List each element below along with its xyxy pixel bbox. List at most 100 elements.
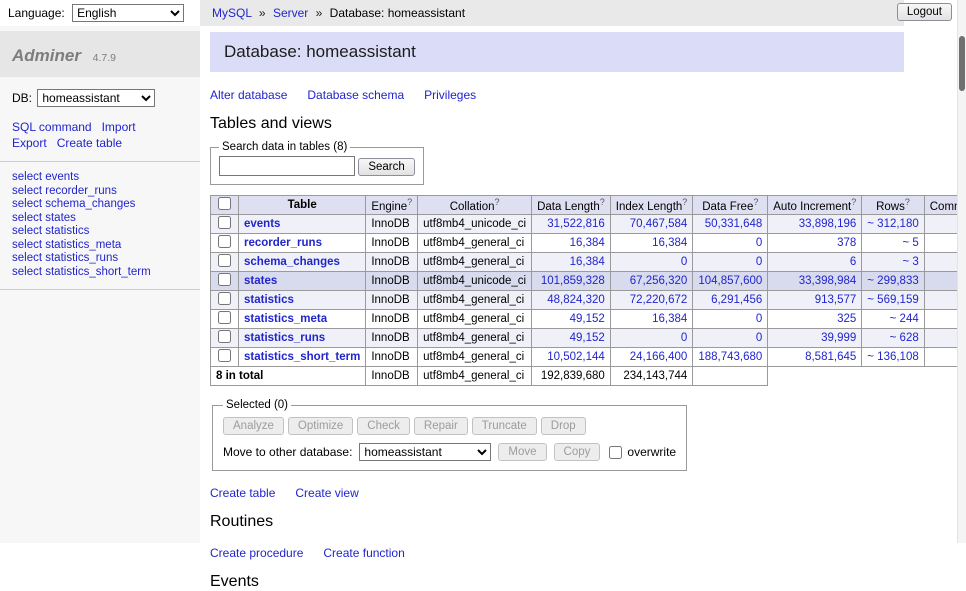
sidebar-link-sql-command[interactable]: SQL command: [12, 120, 92, 134]
row-checkbox-recorder_runs[interactable]: [218, 235, 231, 248]
auto-increment-link-statistics_runs[interactable]: 39,999: [821, 332, 856, 344]
row-checkbox-statistics[interactable]: [218, 292, 231, 305]
breadcrumb-link-server[interactable]: Server: [273, 6, 308, 20]
auto-increment-link-schema_changes[interactable]: 6: [850, 256, 856, 268]
sidebar-select-recorder-runs[interactable]: select recorder_runs: [12, 185, 188, 199]
row-checkbox-schema_changes[interactable]: [218, 254, 231, 267]
rows-link-states[interactable]: ~ 299,833: [867, 275, 918, 287]
logout-button[interactable]: Logout: [897, 3, 952, 21]
link-create-table[interactable]: Create table: [210, 486, 275, 500]
select-all-checkbox[interactable]: [218, 197, 231, 210]
rows-link-events[interactable]: ~ 312,180: [867, 218, 918, 230]
rows-link-recorder_runs[interactable]: ~ 5: [902, 237, 918, 249]
drop-button[interactable]: Drop: [541, 417, 586, 435]
table-link-statistics_runs[interactable]: statistics_runs: [244, 332, 325, 344]
breadcrumb-link-mysql[interactable]: MySQL: [212, 6, 252, 20]
analyze-button[interactable]: Analyze: [223, 417, 284, 435]
repair-button[interactable]: Repair: [414, 417, 468, 435]
table-link-statistics_meta[interactable]: statistics_meta: [244, 313, 327, 325]
sidebar-select-events[interactable]: select events: [12, 171, 188, 185]
column-header-link-collation[interactable]: Collation?: [450, 201, 500, 213]
data-free-link-statistics_meta[interactable]: 0: [756, 313, 762, 325]
data-length-link-statistics[interactable]: 48,824,320: [547, 294, 605, 306]
sidebar-select-schema-changes[interactable]: select schema_changes: [12, 198, 188, 212]
data-free-link-schema_changes[interactable]: 0: [756, 256, 762, 268]
data-length-link-statistics_meta[interactable]: 49,152: [570, 313, 605, 325]
rows-link-statistics_runs[interactable]: ~ 628: [890, 332, 919, 344]
optimize-button[interactable]: Optimize: [288, 417, 353, 435]
table-link-statistics_short_term[interactable]: statistics_short_term: [244, 351, 360, 363]
index-length-link-events[interactable]: 70,467,584: [630, 218, 688, 230]
language-select[interactable]: English: [72, 4, 184, 22]
column-header-link-data-length[interactable]: Data Length?: [537, 201, 605, 213]
column-header-link-data-free[interactable]: Data Free?: [702, 201, 758, 213]
link-create-procedure[interactable]: Create procedure: [210, 546, 303, 560]
sidebar-select-states[interactable]: select states: [12, 212, 188, 226]
data-free-link-statistics_runs[interactable]: 0: [756, 332, 762, 344]
sidebar-link-export[interactable]: Export: [12, 136, 47, 150]
overwrite-checkbox[interactable]: [609, 446, 622, 459]
row-checkbox-statistics_short_term[interactable]: [218, 349, 231, 362]
table-link-statistics[interactable]: statistics: [244, 294, 294, 306]
data-free-link-statistics[interactable]: 6,291,456: [711, 294, 762, 306]
row-checkbox-statistics_meta[interactable]: [218, 311, 231, 324]
index-length-link-statistics[interactable]: 72,220,672: [630, 294, 688, 306]
scrollbar-thumb[interactable]: [959, 36, 965, 91]
column-header-link-engine[interactable]: Engine?: [371, 201, 412, 213]
db-select[interactable]: homeassistant: [37, 89, 155, 107]
auto-increment-link-recorder_runs[interactable]: 378: [837, 237, 856, 249]
row-checkbox-states[interactable]: [218, 273, 231, 286]
move-db-select[interactable]: homeassistant: [359, 443, 491, 461]
scrollbar[interactable]: [957, 0, 966, 543]
index-length-link-states[interactable]: 67,256,320: [630, 275, 688, 287]
adminer-logo-link[interactable]: Adminer: [12, 46, 81, 65]
row-checkbox-events[interactable]: [218, 216, 231, 229]
rows-link-statistics_meta[interactable]: ~ 244: [890, 313, 919, 325]
search-input[interactable]: [219, 156, 355, 176]
column-header-link-rows[interactable]: Rows?: [876, 201, 910, 213]
table-link-states[interactable]: states: [244, 275, 277, 287]
sidebar-select-statistics-meta[interactable]: select statistics_meta: [12, 239, 188, 253]
sidebar-select-statistics[interactable]: select statistics: [12, 225, 188, 239]
link-create-view[interactable]: Create view: [295, 486, 358, 500]
data-free-link-recorder_runs[interactable]: 0: [756, 237, 762, 249]
sidebar-select-statistics-short-term[interactable]: select statistics_short_term: [12, 266, 188, 280]
column-header-link-index-length[interactable]: Index Length?: [616, 201, 688, 213]
index-length-link-statistics_short_term[interactable]: 24,166,400: [630, 351, 688, 363]
data-length-link-statistics_short_term[interactable]: 10,502,144: [547, 351, 605, 363]
data-free-link-states[interactable]: 104,857,600: [698, 275, 762, 287]
nav-link-privileges[interactable]: Privileges: [424, 88, 476, 102]
row-checkbox-statistics_runs[interactable]: [218, 330, 231, 343]
auto-increment-link-events[interactable]: 33,898,196: [799, 218, 857, 230]
nav-link-alter-database[interactable]: Alter database: [210, 88, 287, 102]
data-length-link-events[interactable]: 31,522,816: [547, 218, 605, 230]
move-button[interactable]: Move: [498, 443, 546, 461]
rows-link-schema_changes[interactable]: ~ 3: [902, 256, 918, 268]
data-length-link-states[interactable]: 101,859,328: [541, 275, 605, 287]
auto-increment-link-statistics_short_term[interactable]: 8,581,645: [805, 351, 856, 363]
data-length-link-schema_changes[interactable]: 16,384: [570, 256, 605, 268]
link-create-function[interactable]: Create function: [323, 546, 404, 560]
rows-link-statistics_short_term[interactable]: ~ 136,108: [867, 351, 918, 363]
table-link-events[interactable]: events: [244, 218, 280, 230]
copy-button[interactable]: Copy: [554, 443, 601, 461]
auto-increment-link-statistics_meta[interactable]: 325: [837, 313, 856, 325]
column-header-link-auto-increment[interactable]: Auto Increment?: [773, 201, 856, 213]
data-length-link-statistics_runs[interactable]: 49,152: [570, 332, 605, 344]
auto-increment-link-states[interactable]: 33,398,984: [799, 275, 857, 287]
table-link-schema_changes[interactable]: schema_changes: [244, 256, 340, 268]
sidebar-link-import[interactable]: Import: [102, 120, 136, 134]
index-length-link-statistics_runs[interactable]: 0: [681, 332, 687, 344]
rows-link-statistics[interactable]: ~ 569,159: [867, 294, 918, 306]
data-free-link-events[interactable]: 50,331,648: [705, 218, 763, 230]
nav-link-database-schema[interactable]: Database schema: [307, 88, 404, 102]
data-length-link-recorder_runs[interactable]: 16,384: [570, 237, 605, 249]
search-button[interactable]: Search: [358, 158, 414, 176]
check-button[interactable]: Check: [357, 417, 410, 435]
index-length-link-statistics_meta[interactable]: 16,384: [652, 313, 687, 325]
auto-increment-link-statistics[interactable]: 913,577: [815, 294, 857, 306]
index-length-link-recorder_runs[interactable]: 16,384: [652, 237, 687, 249]
index-length-link-schema_changes[interactable]: 0: [681, 256, 687, 268]
data-free-link-statistics_short_term[interactable]: 188,743,680: [698, 351, 762, 363]
sidebar-select-statistics-runs[interactable]: select statistics_runs: [12, 252, 188, 266]
